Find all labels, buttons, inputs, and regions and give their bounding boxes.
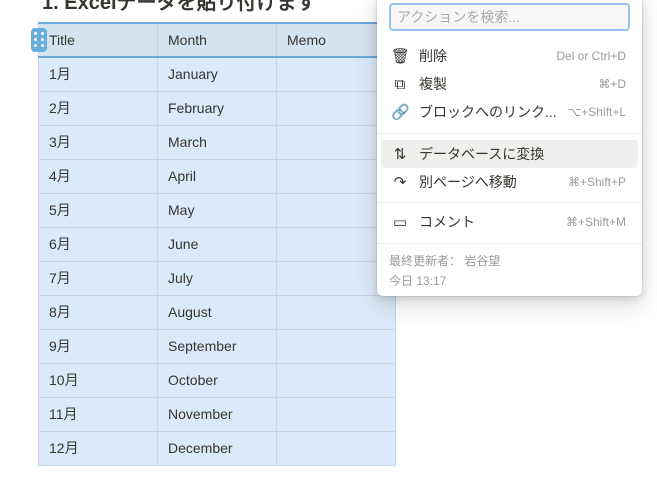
page-heading: 1. Excelデータを貼り付けます [42,0,317,14]
table-cell[interactable]: 10月 [38,362,158,398]
menu-item[interactable]: 🗑 削除 Del or Ctrl+D [381,42,638,70]
table-cell[interactable]: 3月 [38,124,158,160]
table-cell[interactable]: July [157,260,277,296]
simple-table: Title Month Memo 1月 January 2月 February 3月 March… [38,22,396,466]
table-cell[interactable]: 11月 [38,396,158,432]
menu-item-shortcut: ⌥+Shift+L [567,105,626,119]
table-row: 10月 October [38,362,396,398]
table-row: 3月 March [38,124,396,160]
menu-item[interactable]: ⇅ データベースに変換 [381,140,638,168]
table-cell[interactable] [276,362,396,398]
table-cell[interactable] [276,328,396,364]
menu-item[interactable]: ↷ 別ページへ移動 ⌘+Shift+P [381,168,638,196]
menu-item-label: ブロックへのリンク... [419,104,557,120]
last-edited-by: 最終更新者： 岩谷望 [389,254,501,268]
table-cell[interactable]: June [157,226,277,262]
column-header[interactable]: Month [157,22,277,58]
table-cell[interactable]: December [157,430,277,466]
duplicate-icon: ⧉ [394,75,406,93]
move-arrow-icon: ↷ [393,174,407,191]
table-cell[interactable]: 8月 [38,294,158,330]
table-cell[interactable]: 6月 [38,226,158,262]
link-icon: 🔗 [391,104,410,121]
table-row: 8月 August [38,294,396,330]
menu-item-shortcut: ⌘+Shift+M [565,215,626,229]
divider [377,133,642,134]
table-cell[interactable]: 12月 [38,430,158,466]
table-row: 7月 July [38,260,396,296]
block-action-menu: 🗑 削除 Del or Ctrl+D ⧉ 複製 ⌘+D 🔗 ブロックへのリンク... ⌥+Shi… [377,0,642,296]
last-edited-time: 今日 13:17 [389,274,447,288]
table-cell[interactable]: March [157,124,277,160]
menu-item[interactable]: 🔗 ブロックへのリンク... ⌥+Shift+L [381,98,638,126]
menu-item-label: コメント [419,214,475,230]
table-cell[interactable]: November [157,396,277,432]
table-cell[interactable]: 4月 [38,158,158,194]
table-row: 5月 May [38,192,396,228]
table-row: 11月 November [38,396,396,432]
table-cell[interactable] [276,396,396,432]
table-row: 9月 September [38,328,396,364]
menu-item[interactable]: ▭ コメント ⌘+Shift+M [381,208,638,236]
table-cell[interactable]: 9月 [38,328,158,364]
table-cell[interactable]: April [157,158,277,194]
menu-item-label: 別ページへ移動 [419,174,517,190]
trash-icon: 🗑 [391,48,411,65]
table-cell[interactable]: October [157,362,277,398]
menu-item-label: 複製 [419,76,447,92]
table-row: 1月 January [38,56,396,92]
table-row: 6月 June [38,226,396,262]
menu-item-shortcut: ⌘+Shift+P [567,175,626,189]
drag-handle-icon[interactable] [31,28,47,52]
convert-icon: ⇅ [393,146,407,163]
divider [377,202,642,203]
table-cell[interactable]: 7月 [38,260,158,296]
menu-item-label: データベースに変換 [419,146,545,162]
table-cell[interactable]: January [157,56,277,92]
table-cell[interactable]: 5月 [38,192,158,228]
menu-item-shortcut: Del or Ctrl+D [556,49,626,63]
table-cell[interactable]: August [157,294,277,330]
table-cell[interactable]: May [157,192,277,228]
table-cell[interactable] [276,430,396,466]
table-row: 12月 December [38,430,396,466]
table-cell[interactable]: February [157,90,277,126]
table-cell[interactable]: 2月 [38,90,158,126]
menu-item-shortcut: ⌘+D [598,77,626,91]
table-row: 2月 February [38,90,396,126]
divider [377,243,642,244]
menu-item-label: 削除 [419,48,447,64]
column-header[interactable]: Title [38,22,158,58]
table-cell[interactable] [276,294,396,330]
comment-icon: ▭ [392,214,408,231]
table-row: 4月 April [38,158,396,194]
menu-item[interactable]: ⧉ 複製 ⌘+D [381,70,638,98]
table-cell[interactable]: 1月 [38,56,158,92]
table-cell[interactable]: September [157,328,277,364]
action-search-input[interactable] [389,3,630,31]
